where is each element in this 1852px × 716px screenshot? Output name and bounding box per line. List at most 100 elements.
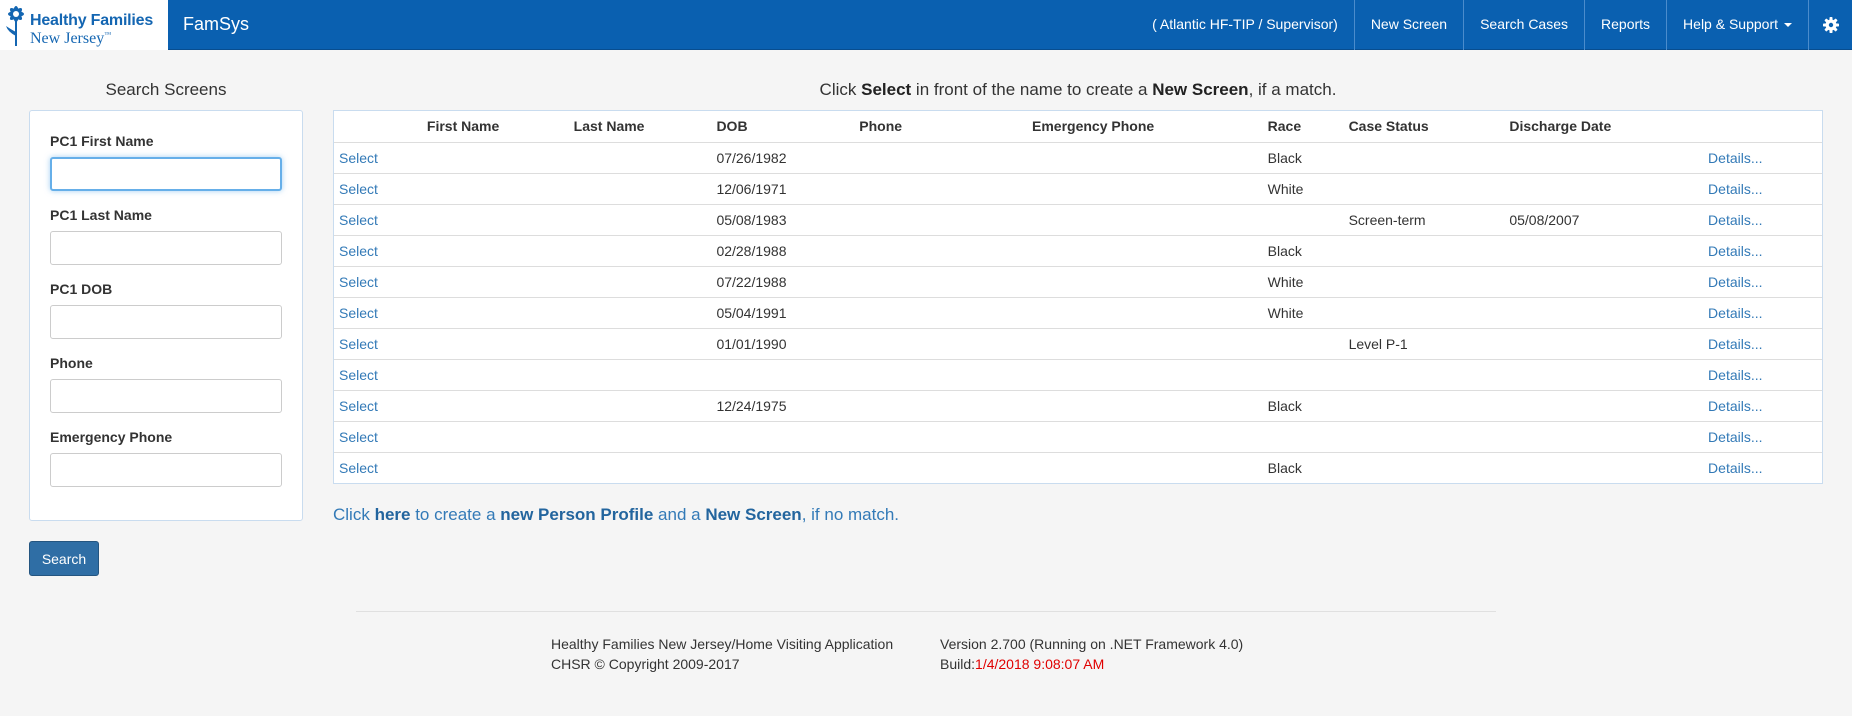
select-link[interactable]: Select	[334, 359, 422, 391]
discharge-date-cell	[1504, 173, 1704, 205]
phone-input[interactable]	[50, 379, 282, 413]
select-link[interactable]: Select	[334, 173, 422, 205]
settings-button[interactable]	[1808, 0, 1852, 50]
pc1-first-name-input[interactable]	[50, 157, 282, 191]
select-link[interactable]: Select	[334, 421, 422, 453]
details-link[interactable]: Details...	[1703, 142, 1822, 174]
pc1-first-name-label: PC1 First Name	[50, 133, 154, 149]
results-table: First Name Last Name DOB Phone Emergency…	[334, 111, 1822, 483]
details-link[interactable]: Details...	[1703, 359, 1822, 391]
table-row: Select 07/22/1988 White Details...	[334, 266, 1822, 298]
race-cell	[1262, 204, 1344, 236]
details-link[interactable]: Details...	[1703, 328, 1822, 360]
last-name-cell	[568, 359, 712, 391]
discharge-date-cell: 05/08/2007	[1504, 204, 1704, 236]
details-link[interactable]: Details...	[1703, 452, 1822, 483]
column-header-discharge-date: Discharge Date	[1504, 111, 1704, 143]
select-link[interactable]: Select	[334, 266, 422, 298]
logo-text-line1: Healthy Families	[30, 12, 154, 29]
table-row: Select 07/26/1982 Black Details...	[334, 142, 1822, 174]
race-cell: Black	[1262, 235, 1344, 267]
case-status-cell	[1343, 390, 1505, 422]
column-header-case-status: Case Status	[1343, 111, 1505, 143]
last-name-cell	[568, 328, 712, 360]
discharge-date-cell	[1504, 452, 1703, 483]
discharge-date-cell	[1504, 142, 1704, 174]
pc1-last-name-input[interactable]	[50, 231, 282, 265]
last-name-cell	[568, 421, 712, 453]
pc1-dob-input[interactable]	[50, 305, 282, 339]
case-status-cell: Screen-term	[1343, 204, 1505, 236]
details-link[interactable]: Details...	[1703, 235, 1822, 267]
search-button[interactable]: Search	[29, 541, 99, 576]
select-link[interactable]: Select	[334, 204, 422, 236]
dob-cell	[711, 359, 855, 391]
details-link[interactable]: Details...	[1703, 390, 1822, 422]
dob-cell: 01/01/1990	[711, 328, 855, 360]
select-link[interactable]: Select	[334, 328, 422, 360]
race-cell: Black	[1262, 142, 1344, 174]
table-row: Select 05/08/1983 Screen-term 05/08/2007 Det…	[334, 204, 1822, 236]
details-link[interactable]: Details...	[1703, 204, 1822, 236]
table-row: Select 01/01/1990 Level P-1 Details...	[334, 328, 1822, 360]
brand-name[interactable]: FamSys	[183, 14, 249, 35]
phone-cell	[854, 266, 1027, 298]
discharge-date-cell	[1504, 235, 1704, 267]
table-row: Select Black Details...	[334, 452, 1822, 483]
nav-help-support[interactable]: Help & Support	[1666, 0, 1808, 50]
emergency-phone-cell	[1027, 204, 1263, 236]
case-status-cell	[1344, 452, 1505, 483]
emergency-phone-input[interactable]	[50, 453, 282, 487]
first-name-cell	[421, 173, 569, 205]
emergency-phone-cell	[1027, 235, 1263, 267]
last-name-cell	[568, 297, 712, 329]
logo-text-line2: New Jersey™	[30, 30, 112, 47]
details-link[interactable]: Details...	[1703, 173, 1822, 205]
emergency-phone-cell	[1027, 173, 1263, 205]
footer-divider	[356, 611, 1496, 612]
race-cell	[1262, 328, 1344, 360]
select-link[interactable]: Select	[334, 452, 422, 483]
phone-cell	[854, 452, 1027, 483]
logo[interactable]: Healthy Families New Jersey™	[0, 0, 168, 50]
footer-build: Build:1/4/2018 9:08:07 AM	[940, 656, 1105, 672]
dob-cell: 05/08/1983	[711, 204, 855, 236]
phone-cell	[854, 235, 1027, 267]
emergency-phone-cell	[1027, 359, 1263, 391]
first-name-cell	[421, 421, 569, 453]
table-row: Select Details...	[334, 359, 1822, 391]
details-link[interactable]: Details...	[1703, 266, 1822, 298]
nav-search-cases[interactable]: Search Cases	[1463, 0, 1584, 50]
select-link[interactable]: Select	[334, 235, 422, 267]
phone-cell	[854, 297, 1027, 329]
column-header-phone: Phone	[854, 111, 1027, 143]
case-status-cell	[1343, 297, 1505, 329]
select-link[interactable]: Select	[334, 390, 422, 422]
details-link[interactable]: Details...	[1703, 297, 1822, 329]
table-header-row: First Name Last Name DOB Phone Emergency…	[334, 111, 1822, 143]
user-context: ( Atlantic HF-TIP / Supervisor)	[1152, 16, 1338, 32]
nav-new-screen[interactable]: New Screen	[1353, 0, 1463, 50]
nav-reports[interactable]: Reports	[1584, 0, 1666, 50]
first-name-cell	[422, 452, 569, 483]
discharge-date-cell	[1504, 297, 1704, 329]
emergency-phone-cell	[1027, 142, 1263, 174]
table-row: Select Details...	[334, 421, 1822, 453]
results-table-panel: First Name Last Name DOB Phone Emergency…	[333, 110, 1823, 484]
case-status-cell: Level P-1	[1343, 328, 1505, 360]
pc1-dob-label: PC1 DOB	[50, 281, 113, 297]
case-status-cell	[1343, 173, 1505, 205]
discharge-date-cell	[1504, 328, 1704, 360]
match-instruction: Click Select in front of the name to cre…	[819, 80, 1337, 99]
case-status-cell	[1343, 266, 1505, 298]
select-link[interactable]: Select	[334, 297, 422, 329]
top-navbar: Healthy Families New Jersey™ FamSys ( At…	[0, 0, 1852, 50]
phone-cell	[854, 173, 1027, 205]
details-link[interactable]: Details...	[1703, 421, 1822, 453]
last-name-cell	[568, 390, 712, 422]
first-name-cell	[421, 266, 569, 298]
emergency-phone-cell	[1027, 421, 1263, 453]
dob-cell	[711, 452, 854, 483]
create-profile-link[interactable]: here	[375, 505, 411, 524]
select-link[interactable]: Select	[334, 142, 422, 174]
